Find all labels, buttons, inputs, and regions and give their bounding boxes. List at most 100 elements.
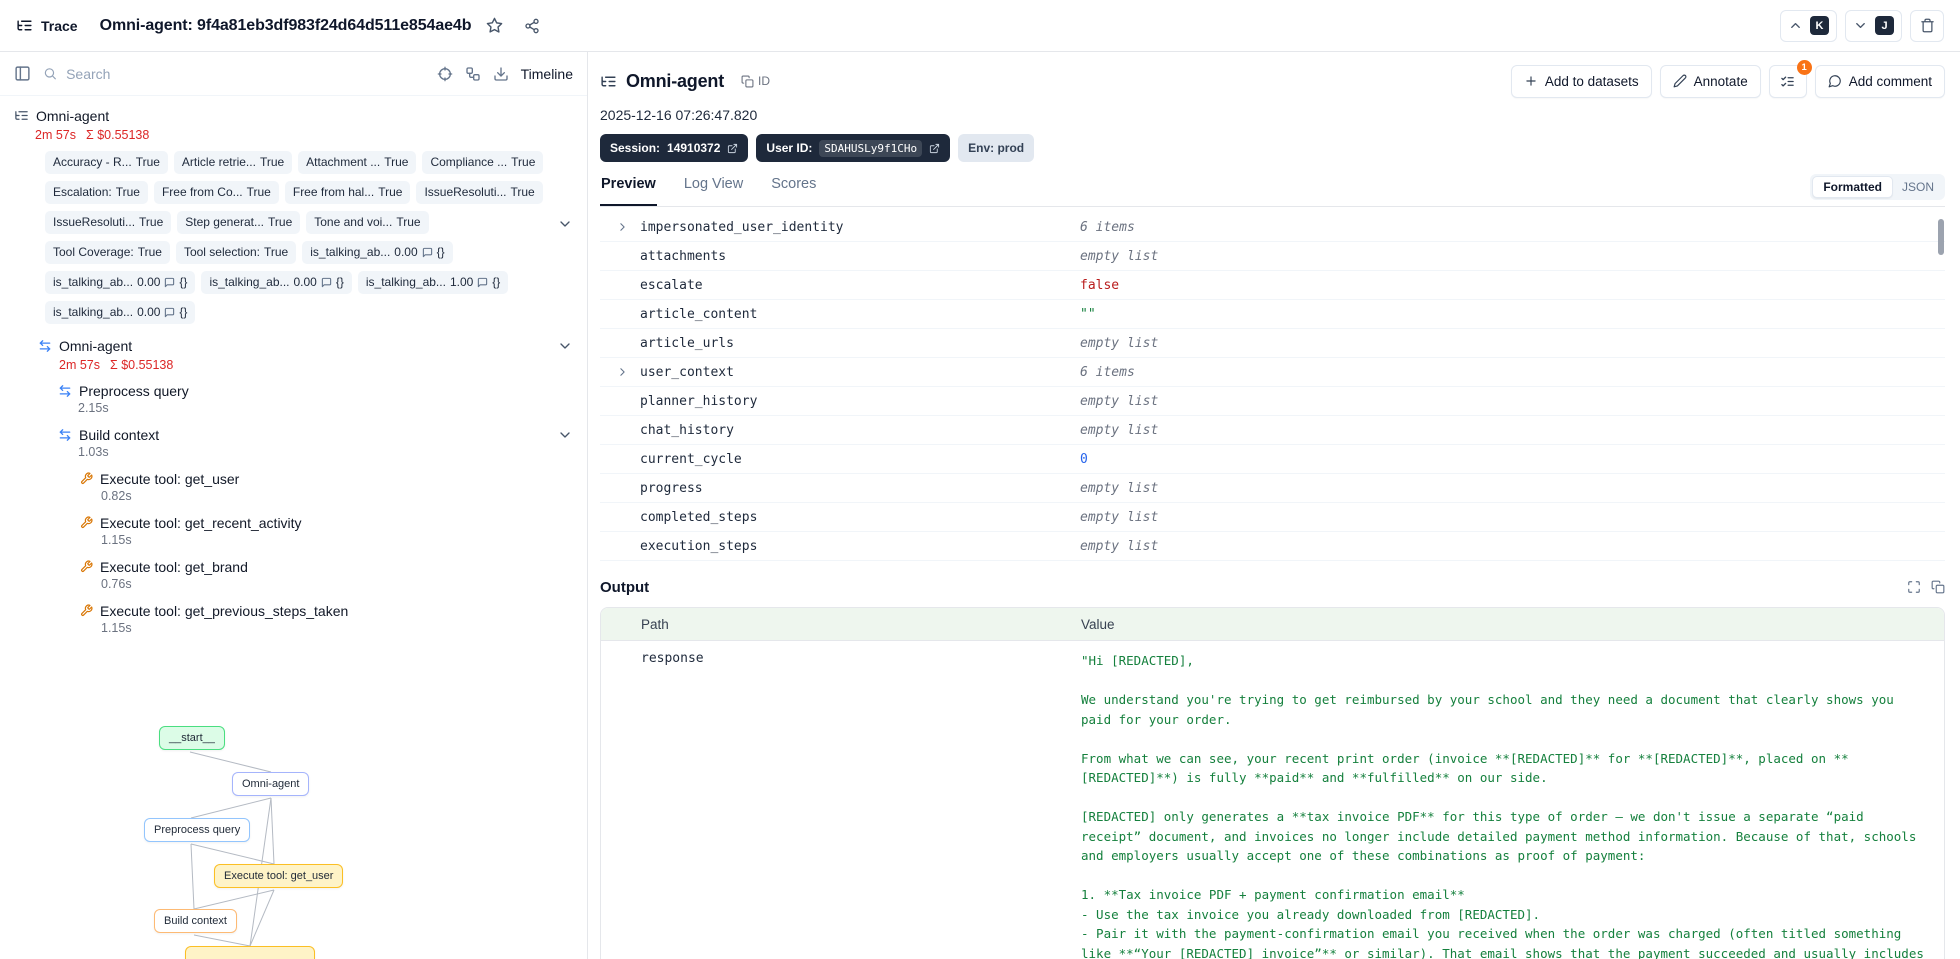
- scrollbar-thumb[interactable]: [1938, 219, 1944, 255]
- chevron-down-icon: [1853, 18, 1868, 33]
- share-button[interactable]: [517, 11, 547, 41]
- score-badge[interactable]: Tool Coverage: True: [45, 241, 170, 264]
- graph-node-omni-agent[interactable]: Omni-agent: [232, 772, 310, 796]
- span-name: Execute tool: get_recent_activity: [100, 514, 302, 531]
- copy-output-button[interactable]: [1931, 580, 1945, 594]
- preview-row-attachments[interactable]: attachments empty list: [600, 242, 1945, 271]
- score-badge[interactable]: Accuracy - R... True: [45, 151, 168, 174]
- chevron-down-icon: [557, 338, 573, 354]
- score-badge[interactable]: is_talking_ab... 0.00 {}: [201, 271, 352, 294]
- tree-span-get-recent-activity[interactable]: Execute tool: get_recent_activity: [80, 513, 573, 532]
- search-input[interactable]: [66, 65, 425, 82]
- tree-span-preprocess-query[interactable]: Preprocess query: [58, 381, 573, 400]
- session-badge[interactable]: Session: 14910372: [600, 134, 749, 162]
- download-trace-button[interactable]: [493, 66, 509, 82]
- preview-row-article-content[interactable]: article_content "": [600, 300, 1945, 329]
- score-badge[interactable]: is_talking_ab... 0.00 {}: [45, 301, 196, 324]
- add-comment-button[interactable]: Add comment: [1814, 64, 1945, 98]
- expand-chevron-icon[interactable]: [616, 366, 629, 379]
- preview-row-execution-steps[interactable]: execution_steps empty list: [600, 532, 1945, 561]
- score-badge[interactable]: Escalation: True: [45, 181, 148, 204]
- score-badge[interactable]: Free from Co... True: [153, 181, 279, 204]
- collapse-panel-button[interactable]: [14, 65, 31, 82]
- expand-output-button[interactable]: [1907, 580, 1921, 594]
- bookmark-star-button[interactable]: [479, 11, 509, 41]
- tree-span-get-user[interactable]: Execute tool: get_user: [80, 469, 573, 488]
- output-table-header: Path Value: [601, 608, 1944, 641]
- collapse-root-button[interactable]: [557, 216, 573, 232]
- preview-row-completed-steps[interactable]: completed_steps empty list: [600, 503, 1945, 532]
- score-badge[interactable]: IssueResoluti... True: [45, 211, 172, 234]
- score-badge[interactable]: Compliance ... True: [422, 151, 544, 174]
- output-title: Output: [600, 578, 650, 596]
- focus-view-button[interactable]: [437, 66, 453, 82]
- user-id-badge[interactable]: User ID: SDAHUSLy9f1CHo: [756, 134, 951, 162]
- score-label: is_talking_ab...: [53, 305, 134, 319]
- tree-span-build-context[interactable]: Build context: [58, 425, 573, 444]
- output-row-response[interactable]: response "Hi [REDACTED], We understand y…: [601, 641, 1944, 959]
- preview-row-current-cycle[interactable]: current_cycle 0: [600, 445, 1945, 474]
- preview-row-user-context[interactable]: user_context 6 items: [600, 358, 1945, 387]
- collapse-build-context-button[interactable]: [557, 427, 573, 443]
- comment-icon: [321, 277, 332, 288]
- score-badge[interactable]: Article retrie... True: [173, 151, 293, 174]
- score-badge[interactable]: is_talking_ab... 0.00 {}: [45, 271, 196, 294]
- root-duration: 2m 57s: [35, 128, 76, 142]
- tree-fade: [0, 681, 587, 715]
- score-value: 0.00: [394, 245, 418, 259]
- response-value: "Hi [REDACTED], We understand you're try…: [1081, 653, 1924, 959]
- collapse-agent-button[interactable]: [557, 338, 573, 354]
- preview-row-chat-history[interactable]: chat_history empty list: [600, 416, 1945, 445]
- formatted-toggle-button[interactable]: Formatted: [1812, 176, 1893, 198]
- score-badge[interactable]: Step generat... True: [177, 211, 301, 234]
- observation-detail-panel: Omni-agent ID Add to datasets Annotate 1: [588, 52, 1960, 959]
- span-cost: Σ $0.55138: [110, 358, 174, 372]
- tree-root-trace[interactable]: Omni-agent: [14, 106, 573, 125]
- copy-id-button[interactable]: ID: [741, 74, 770, 88]
- score-badge[interactable]: is_talking_ab... 1.00 {}: [357, 271, 509, 294]
- annotate-button[interactable]: Annotate: [1659, 64, 1761, 98]
- graph-node-get-user[interactable]: Execute tool: get_user: [214, 864, 344, 888]
- tree-span-get-brand[interactable]: Execute tool: get_brand: [80, 557, 573, 576]
- tree-span-get-previous-steps-taken[interactable]: Execute tool: get_previous_steps_taken: [80, 601, 573, 620]
- graph-node-partial[interactable]: [185, 946, 315, 959]
- prev-trace-button[interactable]: K: [1780, 9, 1837, 42]
- graph-view-button[interactable]: [465, 66, 481, 82]
- copy-icon: [741, 75, 754, 88]
- score-badge[interactable]: Attachment ... True: [298, 151, 417, 174]
- top-bar: Trace Omni-agent: 9f4a81eb3df983f24d64d5…: [0, 0, 1960, 52]
- score-badge[interactable]: is_talking_ab... 0.00 {}: [302, 241, 453, 264]
- user-id-label: User ID:: [766, 141, 813, 155]
- graph-node-build-context[interactable]: Build context: [154, 909, 237, 933]
- preview-row-progress[interactable]: progress empty list: [600, 474, 1945, 503]
- preview-row-escalate[interactable]: escalate false: [600, 271, 1945, 300]
- next-trace-button[interactable]: J: [1845, 9, 1902, 42]
- tab-scores[interactable]: Scores: [770, 174, 817, 206]
- score-badge[interactable]: Tone and voi... True: [306, 211, 429, 234]
- annotation-queue-button[interactable]: 1: [1768, 59, 1812, 98]
- score-value: 0.00: [137, 305, 161, 319]
- panel-left-icon: [14, 65, 31, 82]
- tree-span-omni-agent[interactable]: Omni-agent: [38, 336, 573, 355]
- timeline-toggle[interactable]: Timeline: [521, 66, 573, 82]
- crosshair-icon: [437, 66, 453, 82]
- span-name: Preprocess query: [79, 382, 189, 399]
- span-icon: [58, 384, 72, 398]
- graph-node-start[interactable]: __start__: [159, 726, 225, 750]
- score-badge[interactable]: Tool selection: True: [175, 241, 297, 264]
- graph-node-preprocess-query[interactable]: Preprocess query: [144, 818, 251, 842]
- score-badge[interactable]: Free from hal... True: [284, 181, 411, 204]
- add-to-datasets-button[interactable]: Add to datasets: [1510, 64, 1652, 98]
- wrench-icon: [80, 604, 93, 617]
- preview-row-planner-history[interactable]: planner_history empty list: [600, 387, 1945, 416]
- expand-chevron-icon[interactable]: [616, 221, 629, 234]
- span-duration: 1.15s: [101, 621, 132, 635]
- preview-row-article-urls[interactable]: article_urls empty list: [600, 329, 1945, 358]
- delete-trace-button[interactable]: [1910, 9, 1944, 42]
- list-checks-icon: [1780, 74, 1795, 89]
- score-badge[interactable]: IssueResoluti... True: [416, 181, 543, 204]
- tab-preview[interactable]: Preview: [600, 174, 657, 206]
- preview-row-impersonated-user-identity[interactable]: impersonated_user_identity 6 items: [600, 213, 1945, 242]
- tab-log-view[interactable]: Log View: [683, 174, 744, 206]
- json-toggle-button[interactable]: JSON: [1893, 177, 1943, 197]
